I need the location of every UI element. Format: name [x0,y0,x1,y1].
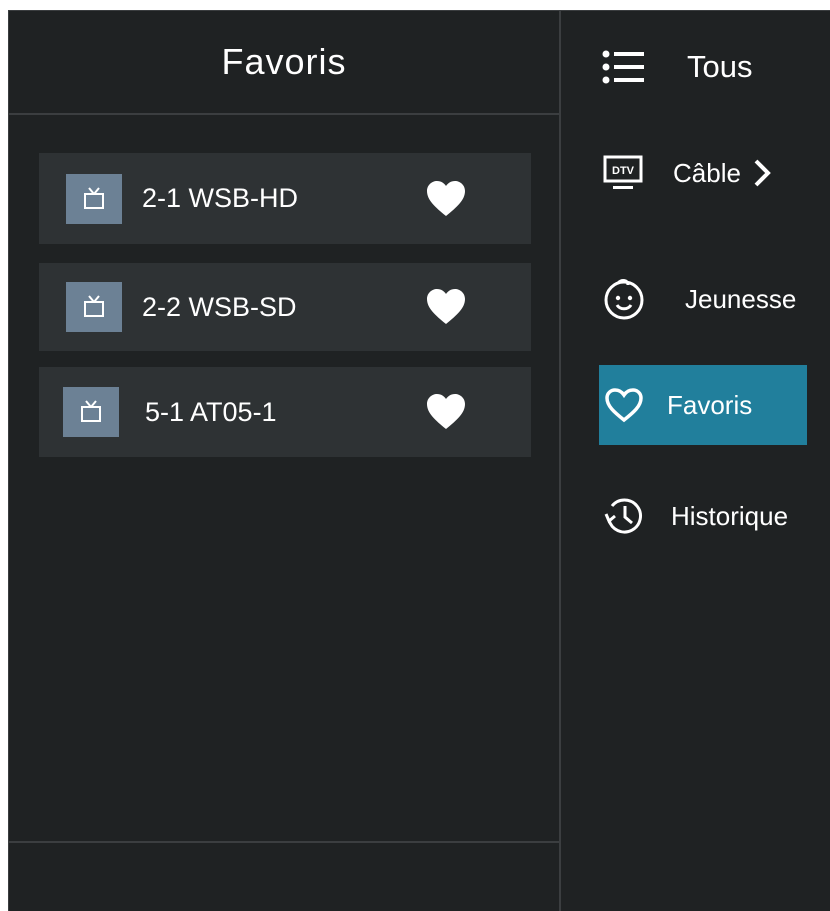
panel-footer [9,841,559,911]
menu-item-cable[interactable]: DTV Câble [599,133,830,213]
channel-name: 2-1 WSB-HD [142,183,299,213]
menu-item-jeunesse[interactable]: Jeunesse [599,259,830,339]
tv-icon [66,282,122,332]
tv-icon [66,173,122,224]
menu-item-favoris[interactable]: Favoris [599,365,807,445]
channel-list-panel: Favoris 2-1 WSB-HD 2-2 WSB-SD 5-1 AT05-1 [9,11,561,911]
channel-row[interactable]: 2-2 WSB-SD [39,263,531,351]
dtv-icon: DTV [599,148,649,198]
channel-list: 2-1 WSB-HD 2-2 WSB-SD 5-1 AT05-1 [39,153,531,476]
heart-icon[interactable] [424,179,468,219]
menu-item-tous[interactable]: Tous [599,27,830,107]
dtv-badge-text: DTV [612,165,635,177]
heart-outline-icon [599,380,649,430]
list-icon [599,42,649,92]
heart-icon[interactable] [424,392,468,432]
menu-item-label: Câble [673,157,741,188]
tv-screen: Favoris 2-1 WSB-HD 2-2 WSB-SD 5-1 AT05-1… [8,10,830,911]
child-face-icon [599,274,649,324]
channel-row[interactable]: 2-1 WSB-HD [39,153,531,244]
menu-item-label: Favoris [667,389,753,420]
menu-item-label: Tous [687,49,753,84]
history-icon [599,491,649,541]
menu-item-historique[interactable]: Historique [599,476,830,556]
heart-icon[interactable] [424,287,468,327]
tv-icon [63,387,119,437]
channel-row[interactable]: 5-1 AT05-1 [39,367,531,457]
chevron-right-icon [753,158,773,188]
menu-item-label: Historique [671,500,789,531]
panel-header: Favoris [9,11,559,115]
channel-name: 5-1 AT05-1 [145,396,277,427]
page-title: Favoris [221,41,347,82]
category-menu: Tous DTV Câble Jeunesse Favoris Historiq… [561,11,830,911]
menu-item-label: Jeunesse [685,283,797,314]
channel-name: 2-2 WSB-SD [142,291,297,322]
